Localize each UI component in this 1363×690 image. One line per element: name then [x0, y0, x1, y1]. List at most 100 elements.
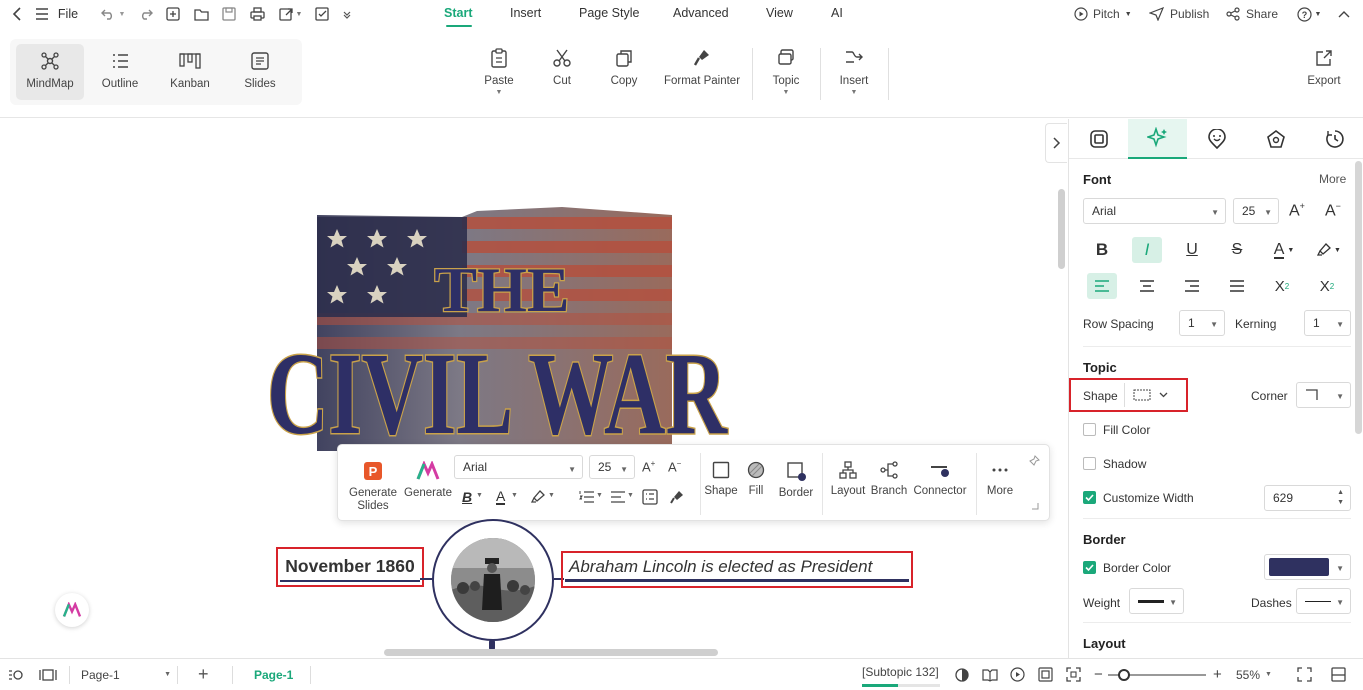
layout-button[interactable]: Layout	[828, 461, 868, 498]
toggle-panel-button[interactable]	[1045, 123, 1067, 163]
font-more-link[interactable]: More	[1319, 172, 1346, 186]
paste-button[interactable]: Paste ▼	[484, 48, 514, 96]
view-kanban-button[interactable]: Kanban	[156, 44, 224, 100]
border-color-checkbox[interactable]	[1083, 561, 1096, 574]
checklist-icon[interactable]	[313, 0, 331, 28]
superscript-button[interactable]: X2	[1267, 273, 1297, 299]
mindmap-canvas[interactable]: THE CIVIL WAR P Generate Slides Generate…	[0, 119, 1068, 658]
panel-font-select[interactable]: Arial ▼	[1083, 198, 1226, 224]
undo-dropdown-icon[interactable]: ▼	[117, 0, 127, 28]
fit-screen-icon[interactable]	[1066, 659, 1081, 690]
underline-button[interactable]: U	[1177, 237, 1207, 263]
ai-generate-button[interactable]: Generate	[402, 461, 454, 500]
dashes-select[interactable]: ▼	[1296, 588, 1351, 614]
topic-button[interactable]: Topic ▼	[770, 48, 802, 96]
corner-select[interactable]: ▼	[1296, 382, 1351, 408]
strikethrough-button[interactable]: S	[1222, 237, 1252, 263]
page-panel-icon[interactable]	[39, 659, 57, 690]
stepper-arrows-icon[interactable]: ▲ ▼	[1337, 488, 1344, 508]
clear-format-icon[interactable]	[669, 489, 685, 505]
save-icon[interactable]	[220, 0, 238, 28]
theme-mode-icon[interactable]	[955, 659, 969, 690]
help-button[interactable]: ? ▼	[1295, 0, 1323, 28]
tab-start[interactable]: Start	[444, 6, 472, 20]
paste-dropdown-icon[interactable]: ▼	[496, 89, 503, 96]
decrease-font-icon[interactable]: A−	[668, 459, 681, 474]
panel-size-select[interactable]: 25 ▼	[1233, 198, 1279, 224]
align-dropdown-icon[interactable]: ▼	[627, 492, 634, 499]
italic-button[interactable]: I	[1132, 237, 1162, 263]
branch-button[interactable]: Branch	[869, 461, 909, 498]
tab-ai-format[interactable]	[1128, 119, 1187, 159]
increase-font-icon[interactable]: A+	[642, 459, 655, 474]
tab-theme[interactable]	[1246, 119, 1305, 159]
shape-select[interactable]	[1133, 385, 1179, 405]
fill-button[interactable]: Fill	[740, 461, 772, 498]
publish-button[interactable]: Publish	[1149, 0, 1215, 28]
highlight-button[interactable]: ▼	[1312, 237, 1346, 263]
font-color-button[interactable]: A	[496, 489, 506, 505]
bold-button[interactable]: B	[1087, 237, 1117, 263]
file-menu[interactable]: File	[56, 0, 80, 28]
tab-page-style[interactable]: Page Style	[579, 6, 639, 20]
connector-button[interactable]: Connector	[911, 461, 969, 498]
tab-history[interactable]	[1305, 119, 1363, 159]
shadow-checkbox[interactable]	[1083, 457, 1096, 470]
redo-icon[interactable]	[137, 0, 155, 28]
customize-width-checkbox[interactable]	[1083, 491, 1096, 504]
bold-dropdown-icon[interactable]: ▼	[476, 492, 483, 499]
generate-slides-button[interactable]: P Generate Slides	[346, 461, 400, 513]
view-slides-button[interactable]: Slides	[226, 44, 294, 100]
tab-icons[interactable]	[1187, 119, 1246, 159]
highlight-dropdown-icon[interactable]: ▼	[548, 492, 555, 499]
date-topic[interactable]: November 1860	[280, 552, 420, 582]
insert-button[interactable]: Insert ▼	[838, 48, 870, 96]
row-spacing-select[interactable]: 1 ▼	[1179, 310, 1225, 336]
view-mindmap-button[interactable]: MindMap	[16, 44, 84, 100]
book-view-icon[interactable]	[982, 659, 998, 690]
cut-button[interactable]: Cut	[548, 48, 576, 87]
tab-ai[interactable]: AI	[831, 6, 843, 20]
zoom-slider-handle[interactable]	[1118, 669, 1130, 681]
tab-style[interactable]	[1069, 119, 1128, 159]
zoom-out-button[interactable]: −	[1094, 659, 1103, 690]
lincoln-photo-node[interactable]	[432, 519, 554, 641]
fit-page-icon[interactable]	[1038, 659, 1053, 690]
border-color-select[interactable]: ▼	[1264, 554, 1351, 580]
more-button[interactable]: More	[983, 461, 1017, 498]
font-color-dropdown-icon[interactable]: ▼	[511, 492, 518, 499]
copy-button[interactable]: Copy	[609, 48, 639, 87]
subscript-button[interactable]: X2	[1312, 273, 1342, 299]
vertical-scrollbar[interactable]	[1058, 189, 1065, 269]
add-page-button[interactable]: +	[198, 659, 209, 690]
view-outline-button[interactable]: Outline	[86, 44, 154, 100]
highlight-icon[interactable]	[531, 490, 545, 504]
export-button[interactable]: Export	[1305, 48, 1343, 87]
text-color-button[interactable]: A ▼	[1267, 237, 1301, 263]
export-file-icon[interactable]	[277, 0, 295, 28]
align-left-button[interactable]	[1087, 273, 1117, 299]
shape-button[interactable]: Shape	[702, 461, 740, 498]
align-icon[interactable]	[610, 490, 626, 504]
print-icon[interactable]	[248, 0, 266, 28]
page-tab-active[interactable]: Page-1	[254, 659, 293, 690]
justify-button[interactable]	[1222, 273, 1252, 299]
bold-button[interactable]: B	[462, 489, 472, 505]
map-view-icon[interactable]	[8, 659, 24, 690]
tab-view[interactable]: View	[766, 6, 793, 20]
numbered-list-icon[interactable]	[579, 490, 595, 504]
weight-select[interactable]: ▼	[1129, 588, 1184, 614]
align-center-button[interactable]	[1132, 273, 1162, 299]
page-select[interactable]: Page-1 ▼	[81, 659, 171, 690]
panel-scrollbar[interactable]	[1355, 161, 1362, 434]
format-painter-button[interactable]: Format Painter	[663, 48, 741, 87]
share-button[interactable]: Share	[1226, 0, 1284, 28]
slideshow-play-icon[interactable]	[1010, 659, 1025, 690]
open-folder-icon[interactable]	[192, 0, 210, 28]
pin-icon[interactable]	[1028, 455, 1040, 467]
ai-assistant-button[interactable]	[55, 593, 89, 627]
back-icon[interactable]	[8, 0, 26, 28]
toolbar-font-select[interactable]: Arial ▼	[454, 455, 583, 479]
resize-corner-icon[interactable]	[1030, 501, 1040, 511]
new-file-icon[interactable]	[164, 0, 182, 28]
